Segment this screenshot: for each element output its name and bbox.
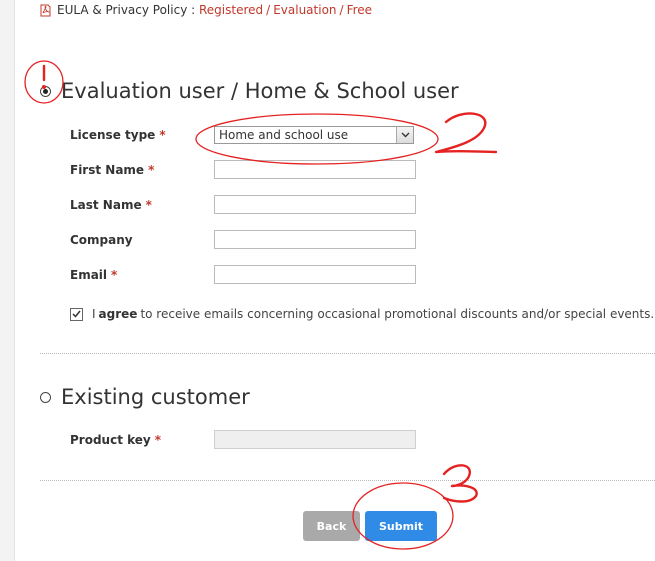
annotation-number-3 xyxy=(442,464,478,503)
eula-link-registered[interactable]: Registered xyxy=(199,3,263,17)
back-button[interactable]: Back xyxy=(303,511,360,541)
email-label: Email * xyxy=(70,268,118,282)
company-label: Company xyxy=(70,233,133,247)
last-name-label: Last Name * xyxy=(70,198,152,212)
buttons-divider xyxy=(40,480,655,481)
agree-checkbox[interactable] xyxy=(70,307,83,321)
evaluation-radio[interactable] xyxy=(40,85,51,97)
agree-text: to receive emails concerning occasional … xyxy=(140,307,655,321)
existing-section-title: Existing customer xyxy=(40,385,250,409)
eula-link-free[interactable]: Free xyxy=(347,3,372,17)
submit-button[interactable]: Submit xyxy=(365,511,437,541)
last-name-input[interactable] xyxy=(214,195,416,214)
first-name-label: First Name * xyxy=(70,163,155,177)
license-type-select[interactable]: Home and school use xyxy=(214,126,414,144)
evaluation-title-text: Evaluation user / Home & School user xyxy=(61,79,459,103)
existing-customer-radio[interactable] xyxy=(40,391,51,403)
chevron-down-icon[interactable] xyxy=(396,127,413,143)
license-type-label: License type * xyxy=(70,128,166,142)
agree-bold: agree xyxy=(98,307,138,321)
eula-link-evaluation[interactable]: Evaluation xyxy=(273,3,336,17)
product-key-label: Product key * xyxy=(70,433,162,447)
pdf-icon xyxy=(40,4,51,16)
first-name-input[interactable] xyxy=(214,160,416,179)
left-border xyxy=(0,0,15,561)
checkmark-icon xyxy=(72,310,81,318)
email-input[interactable] xyxy=(214,265,416,284)
product-key-input[interactable] xyxy=(214,430,416,449)
license-type-value: Home and school use xyxy=(219,128,349,142)
annotation-number-2 xyxy=(434,112,498,154)
eula-label: EULA & Privacy Policy : xyxy=(57,3,196,17)
agree-row: I agree to receive emails concerning occ… xyxy=(70,307,654,321)
agree-prefix: I xyxy=(92,307,96,321)
company-input[interactable] xyxy=(214,230,416,249)
eula-line: EULA & Privacy Policy : Registered / Eva… xyxy=(40,3,372,17)
existing-title-text: Existing customer xyxy=(61,385,250,409)
section-divider xyxy=(40,353,655,354)
evaluation-section-title: Evaluation user / Home & School user xyxy=(40,79,459,103)
